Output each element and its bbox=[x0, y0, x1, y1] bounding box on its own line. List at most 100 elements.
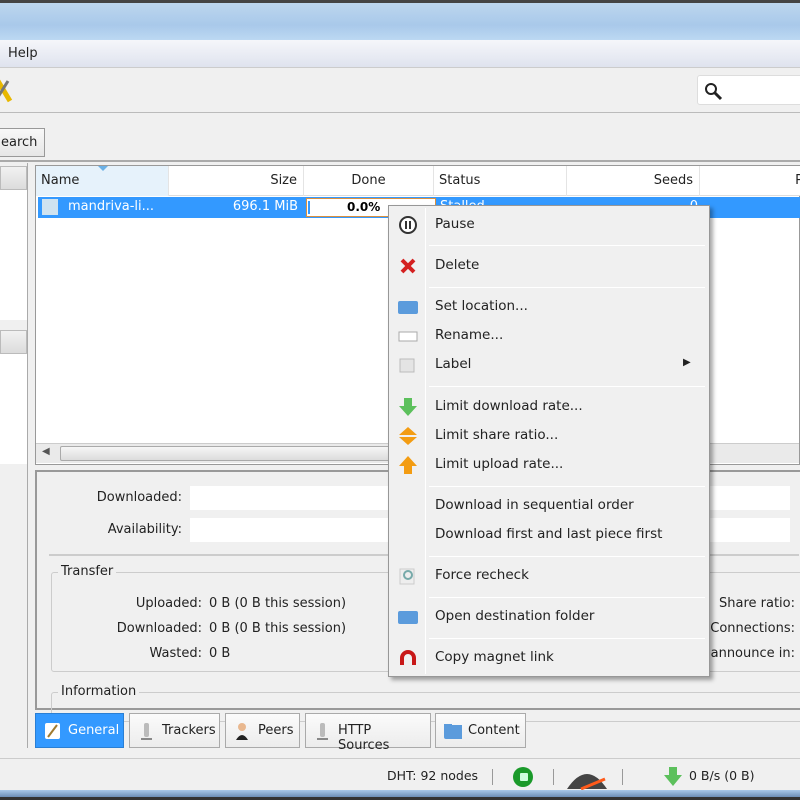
menu-item-label[interactable]: Label ▶ bbox=[391, 352, 707, 378]
menu-item-label: Copy magnet link bbox=[435, 649, 554, 665]
menu-separator bbox=[429, 245, 705, 246]
torrent-size: 696.1 MiB bbox=[232, 199, 298, 214]
menu-item-label: Limit share ratio... bbox=[435, 427, 559, 443]
tab-general-label: General bbox=[68, 723, 120, 738]
rename-icon bbox=[398, 331, 418, 342]
column-header-peers[interactable]: P bbox=[700, 166, 800, 196]
options-tools-icon[interactable] bbox=[0, 77, 16, 105]
tab-general[interactable]: General bbox=[35, 713, 124, 748]
tab-trackers-label: Trackers bbox=[162, 723, 216, 738]
menu-item-limit-share-ratio[interactable]: Limit share ratio... bbox=[391, 423, 707, 449]
scrollbar-thumb[interactable] bbox=[60, 446, 390, 461]
menu-item-label: Limit download rate... bbox=[435, 398, 583, 414]
tab-content-label: Content bbox=[468, 723, 520, 738]
window-bottom-border bbox=[0, 790, 800, 800]
pause-icon bbox=[399, 216, 417, 234]
menu-item-limit-download-rate[interactable]: Limit download rate... bbox=[391, 394, 707, 420]
menu-item-label: Download first and last piece first bbox=[435, 526, 663, 542]
folder-icon bbox=[398, 301, 418, 314]
download-arrow-icon bbox=[399, 398, 417, 416]
menu-item-label: Pause bbox=[435, 216, 475, 232]
download-speed: 0 B/s (0 B) bbox=[689, 768, 755, 783]
magnet-icon bbox=[400, 650, 416, 665]
tab-search[interactable]: earch bbox=[0, 128, 45, 157]
column-header-done[interactable]: Done bbox=[304, 166, 434, 196]
column-header-size[interactable]: Size bbox=[169, 166, 304, 196]
divider bbox=[492, 769, 493, 785]
menu-separator bbox=[429, 287, 705, 288]
information-title: Information bbox=[58, 684, 140, 699]
search-icon bbox=[705, 83, 723, 101]
divider bbox=[622, 769, 623, 785]
column-header-seeds[interactable]: Seeds bbox=[567, 166, 700, 196]
label-filter-list[interactable] bbox=[0, 354, 27, 464]
menu-bar: Help bbox=[0, 40, 800, 68]
general-icon bbox=[45, 723, 60, 739]
main-tab-bar bbox=[0, 114, 800, 162]
table-header: Name Size Done Status Seeds P bbox=[36, 166, 800, 196]
tab-content[interactable]: Content bbox=[435, 713, 526, 748]
tab-peers-label: Peers bbox=[258, 723, 294, 738]
menu-item-limit-upload-rate[interactable]: Limit upload rate... bbox=[391, 452, 707, 478]
properties-tab-bar: General Trackers Peers HTTP Sources Cont… bbox=[35, 713, 800, 753]
submenu-arrow-icon: ▶ bbox=[683, 357, 691, 368]
downloaded-transfer-label: Downloaded: bbox=[116, 621, 202, 636]
tab-trackers[interactable]: Trackers bbox=[129, 713, 220, 748]
menu-item-label-text: Label bbox=[435, 356, 472, 372]
menu-item-force-recheck[interactable]: Force recheck bbox=[391, 563, 707, 589]
menu-item-pause[interactable]: Pause bbox=[391, 212, 707, 238]
menu-item-label: Force recheck bbox=[435, 567, 529, 583]
menu-separator bbox=[429, 556, 705, 557]
upload-arrow-icon bbox=[399, 456, 417, 474]
sidebar-header-status[interactable] bbox=[0, 166, 27, 190]
connection-status-icon[interactable] bbox=[512, 766, 534, 788]
menu-item-label: Open destination folder bbox=[435, 608, 595, 624]
http-sources-icon bbox=[317, 723, 328, 740]
transfer-title: Transfer bbox=[58, 564, 117, 579]
menu-item-label: Limit upload rate... bbox=[435, 456, 564, 472]
menu-item-copy-magnet[interactable]: Copy magnet link bbox=[391, 645, 707, 671]
menu-item-label: Rename... bbox=[435, 327, 504, 343]
menu-item-rename[interactable]: Rename... bbox=[391, 323, 707, 349]
tab-http-sources-label: HTTP Sources bbox=[338, 723, 390, 753]
recheck-icon bbox=[399, 568, 415, 585]
divider bbox=[553, 769, 554, 785]
column-header-status[interactable]: Status bbox=[434, 166, 567, 196]
share-ratio-icon bbox=[399, 427, 417, 445]
status-bar: DHT: 92 nodes 0 B/s (0 B) bbox=[0, 758, 800, 792]
context-menu: Pause Delete Set location... Rename... L… bbox=[388, 205, 710, 677]
menu-item-sequential-download[interactable]: Download in sequential order bbox=[391, 493, 707, 519]
menu-item-label: Download in sequential order bbox=[435, 497, 634, 513]
menu-item-set-location[interactable]: Set location... bbox=[391, 294, 707, 320]
menu-help[interactable]: Help bbox=[8, 46, 38, 61]
uploaded-label: Uploaded: bbox=[135, 596, 202, 611]
sidebar-header-labels[interactable] bbox=[0, 330, 27, 354]
torrent-name: mandriva-li... bbox=[68, 199, 155, 214]
tab-http-sources[interactable]: HTTP Sources bbox=[305, 713, 431, 753]
downloaded-label: Downloaded: bbox=[96, 490, 182, 505]
scroll-left-icon[interactable]: ◀ bbox=[42, 446, 50, 457]
downloaded-value: 0 B (0 B this session) bbox=[209, 621, 347, 636]
menu-separator bbox=[429, 486, 705, 487]
peers-icon bbox=[236, 723, 248, 740]
sort-indicator-icon bbox=[98, 166, 108, 171]
uploaded-value: 0 B (0 B this session) bbox=[209, 596, 347, 611]
trackers-icon bbox=[141, 723, 152, 740]
download-speed-icon bbox=[664, 767, 682, 786]
menu-item-delete[interactable]: Delete bbox=[391, 253, 707, 279]
tab-peers[interactable]: Peers bbox=[225, 713, 300, 748]
availability-label: Availability: bbox=[107, 522, 182, 537]
menu-item-label: Delete bbox=[435, 257, 480, 273]
speed-limit-icon[interactable] bbox=[565, 765, 609, 791]
menu-item-open-destination[interactable]: Open destination folder bbox=[391, 604, 707, 630]
toolbar bbox=[0, 69, 800, 113]
delete-icon bbox=[400, 258, 416, 274]
wasted-value: 0 B bbox=[209, 646, 231, 661]
menu-separator bbox=[429, 386, 705, 387]
menu-item-first-last-piece[interactable]: Download first and last piece first bbox=[391, 522, 707, 548]
title-bar bbox=[0, 0, 800, 40]
sidebar bbox=[0, 163, 28, 748]
status-filter-list[interactable] bbox=[0, 190, 27, 320]
downloading-icon bbox=[42, 199, 58, 215]
search-input[interactable] bbox=[697, 75, 800, 105]
